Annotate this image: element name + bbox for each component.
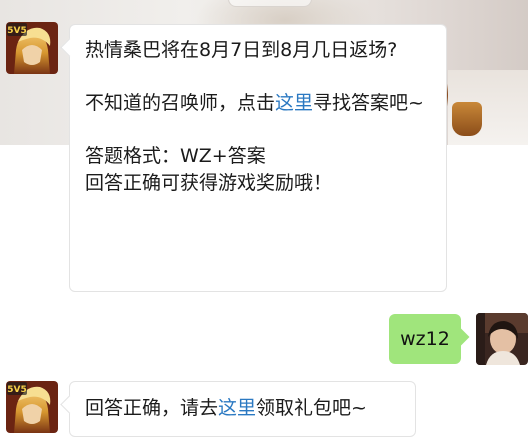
game-account-avatar[interactable]: 5V5 [6,381,58,433]
user-photo-avatar [476,313,528,365]
message-bubble-question[interactable]: 热情桑巴将在8月7日到8月几日返场? 不知道的召唤师，点击这里寻找答案吧~ 答题… [69,24,447,292]
message-bubble-result[interactable]: 回答正确，请去这里领取礼包吧~ [69,381,416,437]
reward-link[interactable]: 这里 [218,397,256,419]
message-bubble-user-answer[interactable]: wz12 [389,314,461,364]
guide-text-before: 不知道的召唤师，点击 [85,92,276,114]
question-text: 热情桑巴将在8月7日到8月几日返场? [85,39,398,61]
guide-link[interactable]: 这里 [275,92,313,114]
game-badge-text: 5V5 [7,385,27,395]
hero-avatar-icon: 5V5 [6,381,58,433]
background-lamp [452,102,482,136]
user-answer-text: wz12 [400,328,450,350]
result-text-after: 领取礼包吧~ [256,397,367,419]
result-text: 回答正确，请去这里领取礼包吧~ [85,395,401,422]
hero-avatar-icon: 5V5 [6,22,58,74]
result-text-before: 回答正确，请去 [85,397,219,419]
reward-text: 回答正确可获得游戏奖励哦！ [85,172,333,194]
format-text: 答题格式：WZ+答案 [85,145,266,167]
top-tab-edge [228,0,312,7]
guide-text-after: 寻找答案吧~ [313,92,424,114]
game-badge-text: 5V5 [7,26,27,36]
user-avatar[interactable] [476,313,528,365]
game-account-avatar[interactable]: 5V5 [6,22,58,74]
answer-guide-text: 不知道的召唤师，点击这里寻找答案吧~ [85,90,432,117]
